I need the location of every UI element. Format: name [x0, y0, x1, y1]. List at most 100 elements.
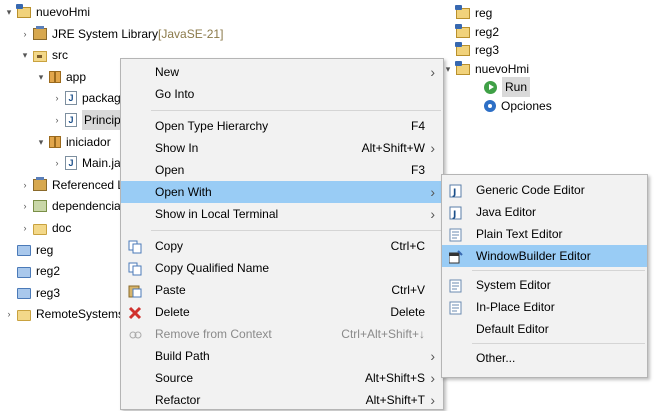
- menu-item-label: Copy Qualified Name: [155, 261, 270, 275]
- menu-item-label: Open Type Hierarchy: [155, 119, 269, 133]
- settings-icon: [484, 100, 496, 112]
- tree-item[interactable]: ▾ app: [36, 67, 86, 87]
- menu-item-shortcut: Ctrl+V: [391, 283, 425, 297]
- tree-item-decoration: [JavaSE-21]: [158, 26, 224, 41]
- menu-item-label: In-Place Editor: [476, 300, 555, 314]
- project-icon: [16, 4, 31, 18]
- menu-item-source[interactable]: Source Alt+Shift+S ›: [121, 367, 443, 389]
- text-editor-icon: [449, 227, 463, 242]
- package-icon: [49, 135, 61, 148]
- outline-item[interactable]: reg2: [455, 22, 499, 42]
- tree-item[interactable]: › dependencia: [20, 196, 121, 216]
- copy-icon: [128, 239, 142, 254]
- expand-down-icon[interactable]: ▾: [36, 132, 46, 152]
- outline-item[interactable]: Opciones: [484, 96, 552, 116]
- menu-item-label: Build Path: [155, 349, 210, 363]
- expand-right-icon[interactable]: ›: [20, 218, 30, 238]
- menu-item-shortcut: Alt+Shift+S: [364, 371, 425, 385]
- expand-down-icon[interactable]: ▾: [36, 67, 46, 87]
- tree-item-label: app: [66, 69, 87, 84]
- menu-item-remove-from-context[interactable]: Remove from Context Ctrl+Alt+Shift+↓: [121, 323, 443, 345]
- menu-item-shortcut: Alt+Shift+W: [361, 141, 425, 155]
- folder-icon: [17, 309, 31, 321]
- menu-item-show-in[interactable]: Show In Alt+Shift+W ›: [121, 137, 443, 159]
- tree-item[interactable]: ▾ nuevoHmi: [4, 2, 90, 22]
- tree-item[interactable]: reg3: [4, 283, 60, 303]
- menu-item-label: System Editor: [476, 278, 551, 292]
- menu-item-delete[interactable]: Delete Delete: [121, 301, 443, 323]
- menu-item-in-place-editor[interactable]: In-Place Editor: [442, 296, 647, 318]
- tree-item[interactable]: reg: [4, 240, 53, 260]
- menu-item-shortcut: F4: [410, 119, 425, 133]
- remove-context-icon: [128, 327, 142, 341]
- expand-right-icon[interactable]: ›: [52, 88, 62, 108]
- outline-item[interactable]: reg3: [455, 40, 500, 60]
- menu-item-go-into[interactable]: Go Into: [121, 83, 443, 105]
- menu-item-label: Java Editor: [476, 205, 537, 219]
- folder-icon: [33, 223, 47, 235]
- menu-item-label: WindowBuilder Editor: [476, 249, 591, 263]
- menu-item-new[interactable]: New ›: [121, 61, 443, 83]
- menu-item-copy-qualified-name[interactable]: Copy Qualified Name: [121, 257, 443, 279]
- menu-item-java-editor[interactable]: J Java Editor: [442, 201, 647, 223]
- outline-item[interactable]: Run: [484, 77, 531, 98]
- menu-separator: [151, 110, 441, 111]
- expand-down-icon[interactable]: ▾: [20, 45, 30, 65]
- menu-item-open[interactable]: Open F3: [121, 159, 443, 181]
- tree-item[interactable]: reg2: [4, 261, 60, 281]
- project-icon: [455, 23, 470, 38]
- menu-item-build-path[interactable]: Build Path ›: [121, 345, 443, 367]
- outline-item-label: reg3: [475, 43, 500, 58]
- menu-item-copy[interactable]: Copy Ctrl+C: [121, 235, 443, 257]
- system-editor-icon: [449, 278, 463, 293]
- expand-right-icon[interactable]: ›: [20, 175, 30, 195]
- tree-item[interactable]: ▾ src: [20, 45, 68, 65]
- menu-item-open-type-hierarchy[interactable]: Open Type Hierarchy F4: [121, 115, 443, 137]
- tree-item[interactable]: › J Main.ja: [52, 153, 121, 173]
- expand-down-icon[interactable]: ▾: [443, 59, 453, 79]
- menu-item-windowbuilder-editor[interactable]: WindowBuilder Editor: [442, 245, 647, 267]
- tree-item[interactable]: › Referenced L: [20, 175, 124, 195]
- menu-item-refactor[interactable]: Refactor Alt+Shift+T ›: [121, 389, 443, 411]
- menu-item-generic-code-editor[interactable]: J Generic Code Editor: [442, 179, 647, 201]
- menu-item-show-in-local-terminal[interactable]: Show in Local Terminal ›: [121, 203, 443, 225]
- menu-item-label: Show In: [155, 141, 199, 155]
- menu-item-other-[interactable]: Other...: [442, 347, 647, 369]
- tree-item[interactable]: › Jpackag: [52, 88, 121, 108]
- submenu-arrow-icon: ›: [430, 392, 435, 408]
- tree-item-label: reg: [36, 242, 54, 257]
- menu-item-default-editor[interactable]: Default Editor: [442, 318, 647, 340]
- tree-item[interactable]: ▾ iniciador: [36, 132, 111, 152]
- tree-item-label: Princip: [82, 110, 123, 130]
- expand-right-icon[interactable]: ›: [20, 196, 30, 216]
- blue-folder-icon: [17, 266, 31, 278]
- menu-separator: [472, 270, 645, 271]
- outline-item[interactable]: ▾ nuevoHmi: [446, 59, 530, 79]
- expand-right-icon[interactable]: ›: [52, 153, 62, 173]
- expand-down-icon[interactable]: ▾: [4, 2, 14, 22]
- expand-right-icon[interactable]: ›: [4, 304, 14, 324]
- expand-right-icon[interactable]: ›: [52, 110, 62, 130]
- menu-item-system-editor[interactable]: System Editor: [442, 274, 647, 296]
- menu-item-label: Plain Text Editor: [476, 227, 563, 241]
- tree-item-label: JRE System Library: [52, 26, 159, 41]
- menu-item-plain-text-editor[interactable]: Plain Text Editor: [442, 223, 647, 245]
- tree-item-label: nuevoHmi: [36, 5, 91, 19]
- submenu-arrow-icon: ›: [430, 206, 435, 222]
- tree-item-label: RemoteSystems: [36, 307, 125, 322]
- outline-item[interactable]: reg: [455, 3, 492, 23]
- outline-item-label: nuevoHmi: [475, 61, 530, 76]
- menu-item-label: Copy: [155, 239, 184, 253]
- menu-item-paste[interactable]: Paste Ctrl+V: [121, 279, 443, 301]
- tree-item[interactable]: › doc: [20, 218, 72, 238]
- outline-item-label: Run: [502, 77, 531, 98]
- tree-item[interactable]: › RemoteSystems: [4, 304, 125, 324]
- tree-item[interactable]: › J Princip: [52, 110, 123, 130]
- java-file-icon: J: [65, 91, 77, 106]
- tree-item[interactable]: › JRE System Library [JavaSE-21]: [20, 24, 223, 44]
- tree-item-label: reg3: [36, 285, 61, 300]
- expand-right-icon[interactable]: ›: [20, 24, 30, 44]
- windowbuilder-icon: [448, 249, 463, 264]
- project-icon: [455, 42, 470, 57]
- menu-item-open-with[interactable]: Open With ›: [121, 181, 443, 203]
